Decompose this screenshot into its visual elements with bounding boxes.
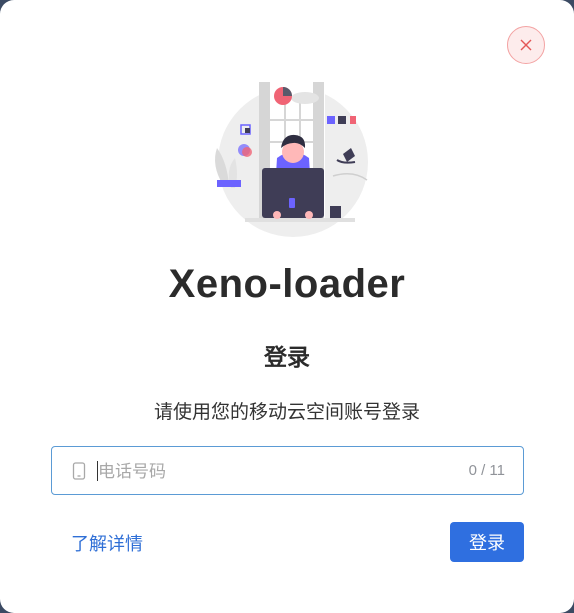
text-cursor xyxy=(97,461,98,481)
login-heading: 登录 xyxy=(264,344,310,370)
phone-field[interactable]: 0 / 11 xyxy=(51,446,524,496)
phone-number-input[interactable] xyxy=(96,447,440,496)
close-button[interactable] xyxy=(507,26,545,64)
login-button[interactable]: 登录 xyxy=(450,522,524,562)
learn-more-link[interactable]: 了解详情 xyxy=(71,530,143,556)
app-title: Xeno-loader xyxy=(168,262,406,306)
mobile-phone-icon xyxy=(72,462,86,480)
login-subtitle: 请使用您的移动云空间账号登录 xyxy=(153,402,420,423)
character-counter: 0 / 11 xyxy=(468,462,505,479)
close-icon xyxy=(520,39,532,51)
developer-at-laptop-illustration xyxy=(215,82,368,237)
login-dialog: Xeno-loader 登录 请使用您的移动云空间账号登录 0 / 11 了解详… xyxy=(0,0,574,613)
